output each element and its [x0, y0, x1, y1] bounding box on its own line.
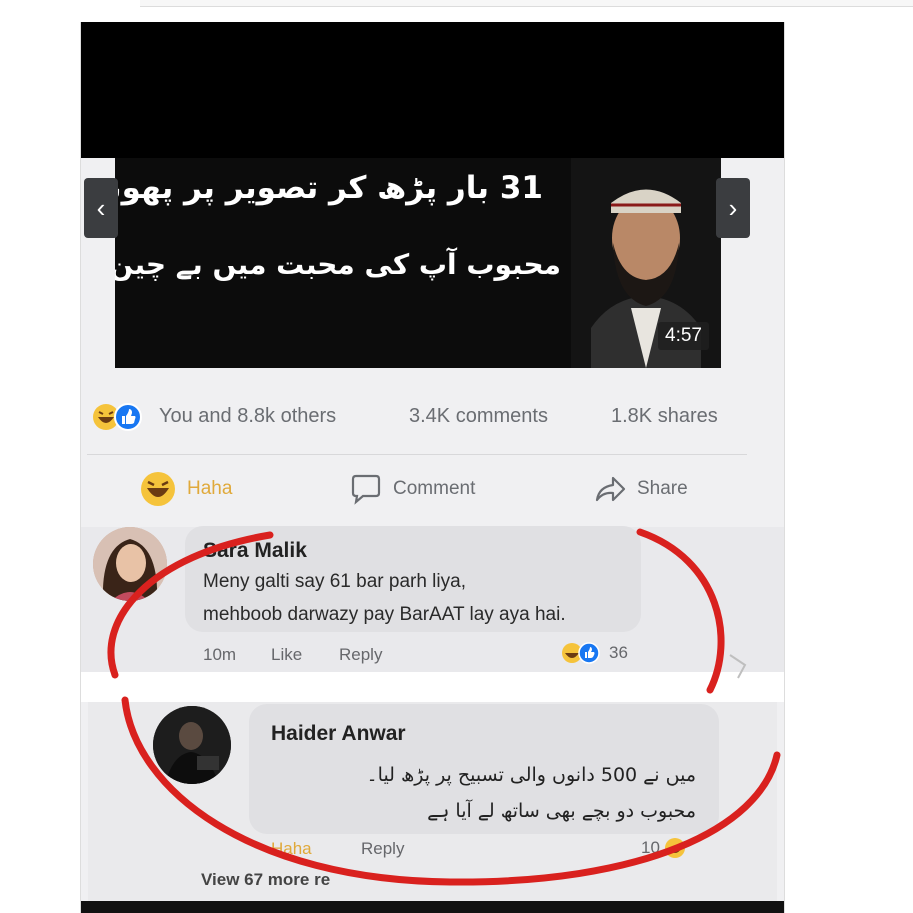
comment-reply-button[interactable]: Reply — [361, 839, 404, 859]
reaction-icons — [93, 403, 142, 431]
share-label: Share — [637, 478, 688, 499]
comment-text-line-2: محبوب دو بچے بھی ساتھ لے آیا ہے — [427, 800, 696, 822]
comment-bubble-icon — [351, 474, 381, 505]
comment-timestamp: 10m — [203, 645, 237, 664]
reactions-summary-link[interactable]: You and 8.8k others — [159, 405, 336, 428]
haha-face-icon — [664, 838, 685, 858]
comment-reply-button[interactable]: Reply — [339, 645, 382, 665]
share-arrow-icon — [595, 476, 626, 502]
video-duration-badge: 4:57 — [658, 322, 709, 350]
chevron-right-icon: › — [728, 193, 738, 223]
reaction-icons — [562, 642, 600, 664]
actions-divider — [87, 454, 747, 455]
view-more-replies-link[interactable]: View 67 more re — [201, 870, 330, 890]
comment-text-line-2: mehboob darwazy pay BarAAT lay aya hai. — [203, 604, 566, 625]
video-letterbox-top — [81, 22, 784, 158]
comment-haha-button[interactable]: Haha — [271, 839, 312, 859]
shares-count-link[interactable]: 1.8K shares — [611, 405, 718, 428]
video-title-line-1: 31 بار پڑھ کر تصویر پر پھونک دیں، — [115, 170, 543, 206]
chevron-left-icon: ‹ — [96, 193, 106, 223]
browser-top-strip — [140, 0, 913, 7]
reaction-count-value: 10 — [641, 838, 660, 857]
reaction-count-value: 36 — [609, 643, 628, 662]
facebook-post-screenshot: 31 بار پڑھ کر تصویر پر پھونک دیں، محبوب … — [80, 22, 785, 913]
haha-face-icon — [141, 472, 175, 506]
comment-reaction-count[interactable]: 36 — [561, 642, 628, 664]
carousel-next-button[interactable]: › — [716, 178, 750, 238]
comment-like-button[interactable]: Like — [271, 645, 302, 665]
comments-count-link[interactable]: 3.4K comments — [409, 405, 548, 428]
comment-text-line-1: میں نے 500 دانوں والی تسبیح پر پڑھ لیا۔ — [366, 764, 696, 786]
comment-text-line-1: Meny galti say 61 bar parh liya, — [203, 571, 466, 592]
comment-label: Comment — [393, 478, 476, 499]
video-title-line-2: محبوب آپ کی محبت میں بے چین ہو جائے گا۔ — [115, 248, 561, 281]
avatar[interactable] — [93, 527, 167, 601]
haha-label: Haha — [187, 478, 233, 499]
video-thumbnail[interactable]: 31 بار پڑھ کر تصویر پر پھونک دیں، محبوب … — [115, 158, 721, 368]
post-stats-row: You and 8.8k others 3.4K comments 1.8K s… — [91, 402, 771, 432]
share-button[interactable]: Share — [593, 467, 688, 511]
post-actions-bar: Haha Comment Share — [81, 467, 784, 511]
haha-reaction-button[interactable]: Haha — [139, 467, 232, 511]
comment-author[interactable]: Sara Malik — [203, 539, 307, 563]
comment-reaction-count[interactable]: 10 — [641, 837, 686, 859]
comment-author[interactable]: Haider Anwar — [271, 722, 406, 746]
video-letterbox-bottom — [81, 901, 784, 913]
profile-photo — [93, 527, 167, 601]
comment-button[interactable]: Comment — [349, 467, 475, 511]
comment-separator — [81, 672, 784, 702]
profile-photo — [153, 706, 231, 784]
avatar[interactable] — [153, 706, 231, 784]
carousel-prev-button[interactable]: ‹ — [84, 178, 118, 238]
